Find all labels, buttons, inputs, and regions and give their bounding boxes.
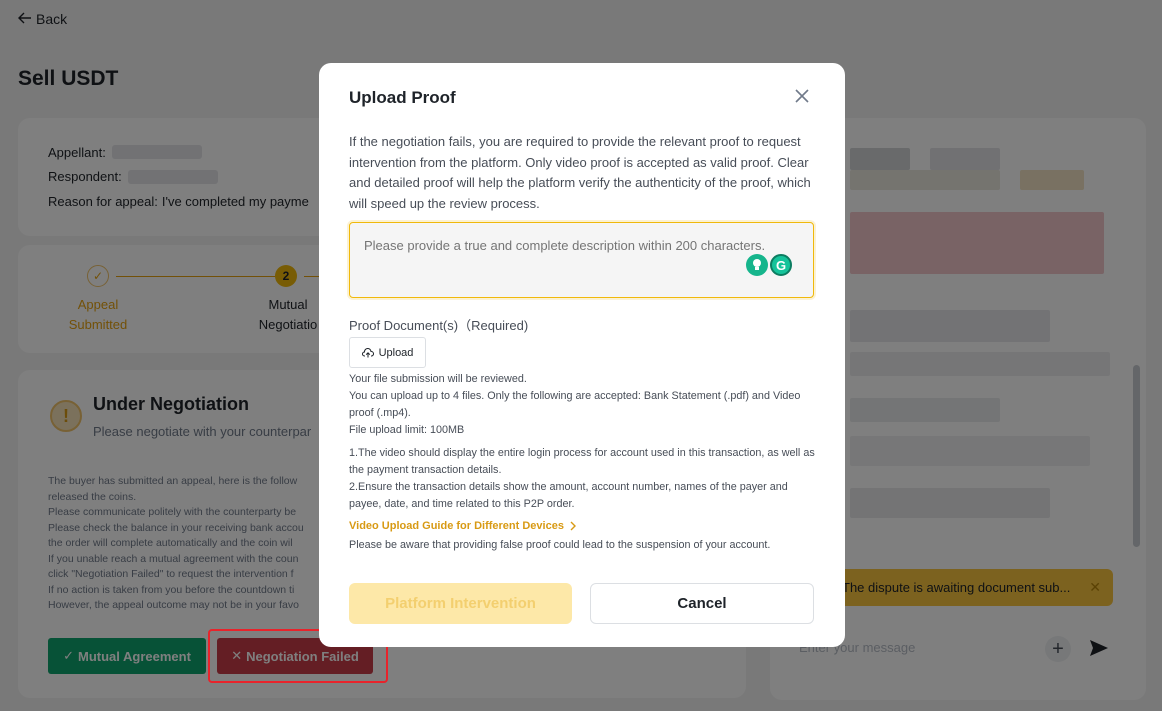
upload-label: Upload [378,346,414,359]
video-upload-guide-link[interactable]: Video Upload Guide for Different Devices [349,520,576,532]
file-info-line: Your file submission will be reviewed. [349,373,527,385]
platform-intervention-button[interactable]: Platform Intervention [349,583,572,624]
guide-link-label: Video Upload Guide for Different Devices [349,520,564,532]
textarea-assist-icons: G [746,254,792,276]
modal-description: If the negotiation fails, you are requir… [349,134,811,211]
file-info-line: You can upload up to 4 files. Only the f… [349,390,801,419]
modal-title: Upload Proof [349,88,456,107]
cloud-upload-icon [361,347,374,357]
false-proof-warning: Please be aware that providing false pro… [349,539,771,551]
requirement-item: 1.The video should display the entire lo… [349,447,815,476]
chevron-right-icon [570,521,576,531]
upload-button[interactable]: Upload [349,337,426,368]
close-icon[interactable] [793,87,811,105]
requirement-item: 2.Ensure the transaction details show th… [349,481,788,510]
description-textarea[interactable] [349,222,814,298]
lightbulb-icon[interactable] [746,254,768,276]
file-info: Your file submission will be reviewed. Y… [349,371,819,439]
upload-proof-modal: Upload Proof If the negotiation fails, y… [319,63,845,647]
grammarly-icon[interactable]: G [770,254,792,276]
cancel-button[interactable]: Cancel [590,583,814,624]
file-info-line: File upload limit: 100MB [349,424,465,436]
proof-documents-label: Proof Document(s)（Required) [349,318,529,333]
video-requirements: 1.The video should display the entire lo… [349,445,819,513]
